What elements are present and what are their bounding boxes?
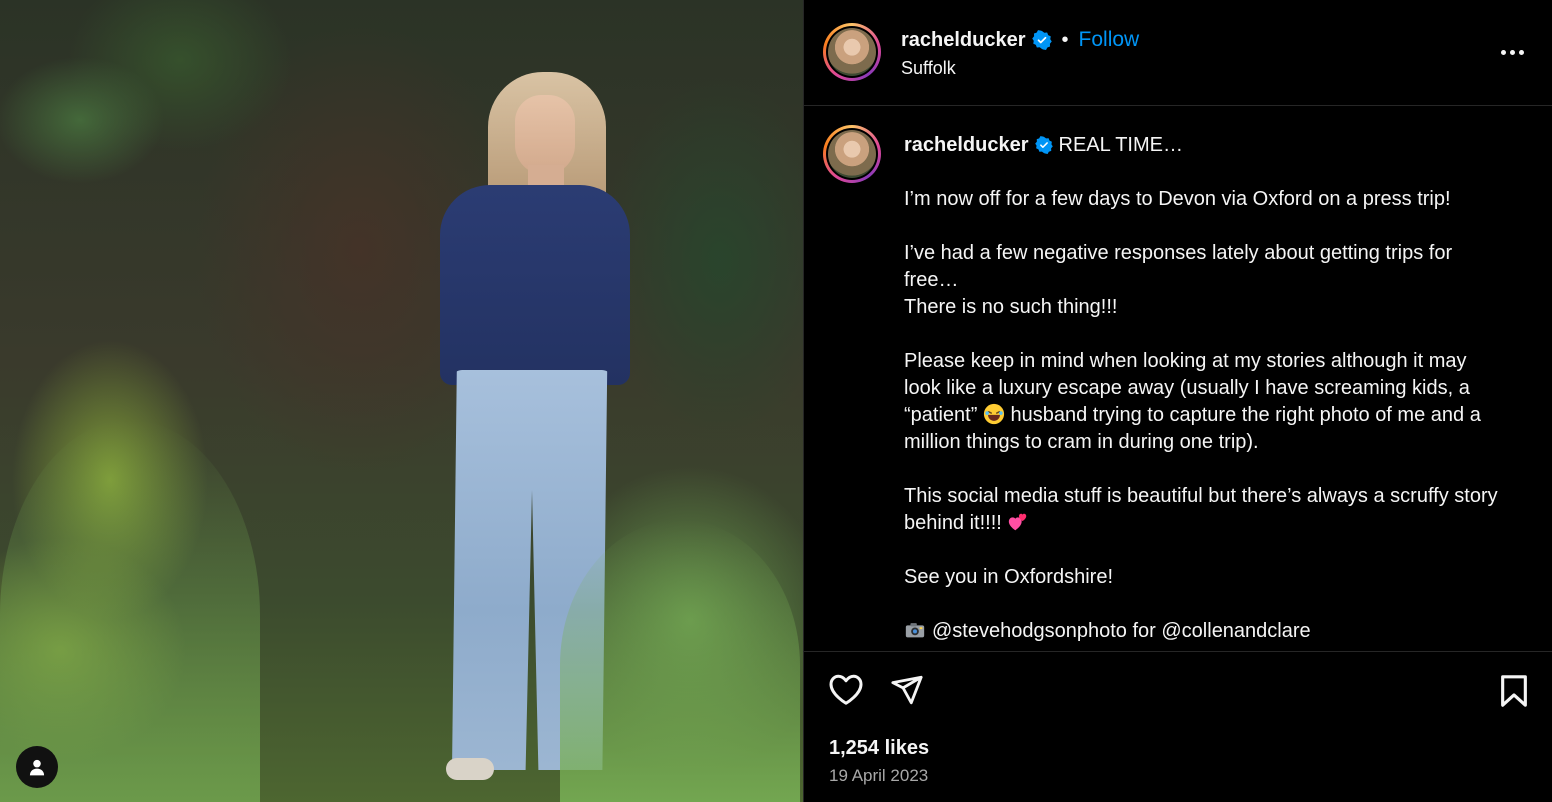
credit-for-text: for [1132,620,1156,642]
header-user-row: rachelducker • Follow [901,28,1139,52]
separator-dot: • [1061,28,1069,51]
caption-avatar[interactable] [828,130,876,178]
post-header: rachelducker • Follow Suffolk [804,0,1552,106]
caption-paragraph: I’ve had a few negative responses lately… [904,242,1453,291]
verified-badge-icon [1031,30,1052,50]
story-ring[interactable] [823,23,881,81]
caption-paragraph: This social media stuff is beautiful but… [904,485,1498,534]
more-options-icon[interactable] [1496,40,1528,64]
comments-scroll-area[interactable]: rachelducker REAL TIME… I’m now off for … [804,106,1552,651]
tagged-accounts-button[interactable] [16,746,58,788]
send-icon[interactable] [890,673,924,707]
person-icon [29,759,45,776]
post-details-panel: rachelducker • Follow Suffolk rachelduck… [803,0,1552,802]
caption-title: REAL TIME… [1058,134,1183,156]
post-caption: rachelducker REAL TIME… I’m now off for … [904,132,1504,651]
avatar[interactable] [828,28,876,76]
caption-username-link[interactable]: rachelducker [904,134,1029,156]
follow-button[interactable]: Follow [1079,28,1140,52]
caption-paragraph: There is no such thing!!! [904,296,1118,318]
verified-badge-icon [1034,136,1053,154]
brand-mention-link[interactable]: @collenandclare [1161,620,1310,642]
two-hearts-emoji [1009,513,1027,531]
post-photo[interactable] [0,0,803,802]
caption-paragraph: See you in Oxfordshire! [904,566,1113,588]
photo-subject-face [515,95,575,175]
camera-emoji [905,623,925,638]
post-date[interactable]: 19 April 2023 [829,766,928,786]
photo-subject-cardigan [440,185,630,385]
photo-foliage [560,520,800,802]
likes-count[interactable]: 1,254 likes [829,737,929,760]
heart-icon[interactable] [828,672,864,706]
post-actions: 1,254 likes 19 April 2023 [804,651,1552,802]
username-link[interactable]: rachelducker [901,29,1026,52]
photographer-mention-link[interactable]: @stevehodgsonphoto [932,620,1127,642]
photo-subject-shoe [446,758,494,780]
laughing-emoji [983,403,1005,425]
caption-story-ring[interactable] [823,125,881,183]
caption-paragraph: I’m now off for a few days to Devon via … [904,188,1451,210]
location-link[interactable]: Suffolk [901,58,956,79]
photo-foliage-left [0,420,260,802]
bookmark-icon[interactable] [1499,674,1529,708]
